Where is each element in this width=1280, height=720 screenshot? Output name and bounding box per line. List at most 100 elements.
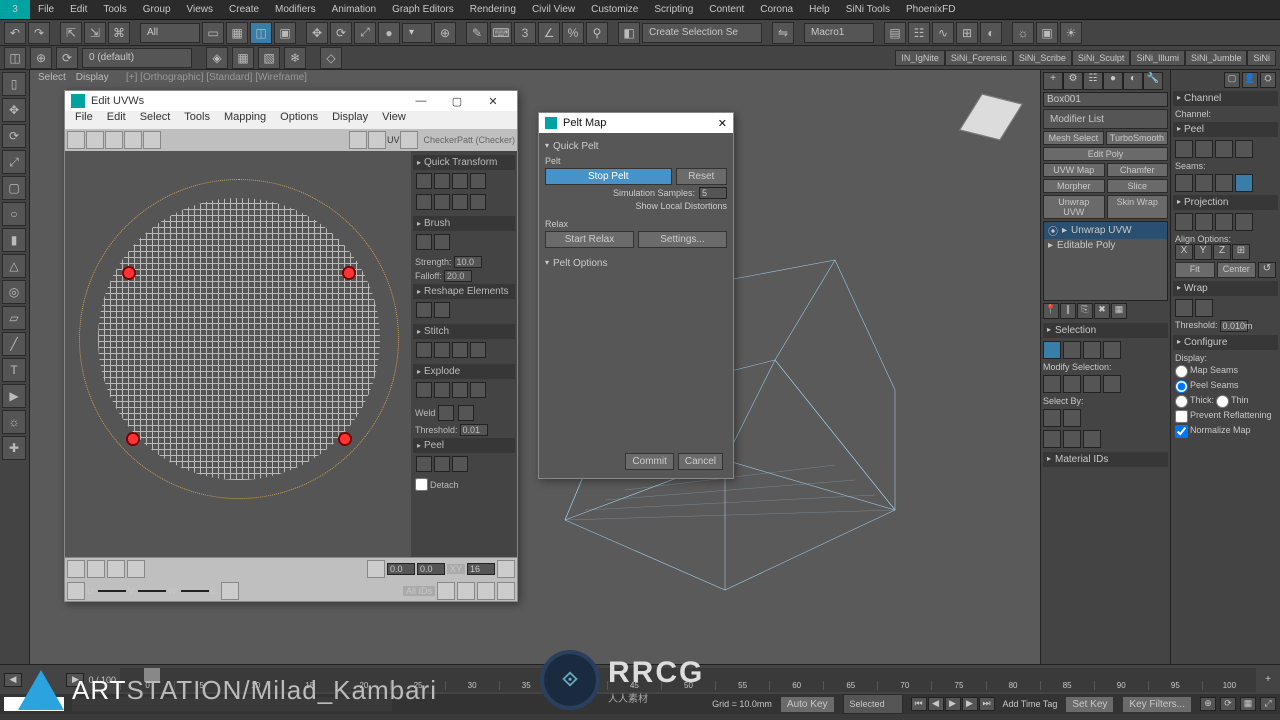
show-end-icon[interactable]: ∥	[1060, 303, 1076, 319]
explode-icon[interactable]	[434, 382, 450, 398]
uvw-checker-icon[interactable]	[368, 131, 386, 149]
axis-x-button[interactable]: X	[1175, 244, 1193, 260]
freeze-button[interactable]: ❄	[284, 47, 306, 69]
explode-icon[interactable]	[416, 382, 432, 398]
mirror-button[interactable]: ⇋	[772, 22, 794, 44]
qt-icon[interactable]	[416, 194, 432, 210]
menu-help[interactable]: Help	[801, 0, 838, 19]
scale-button[interactable]: ⤢	[354, 22, 376, 44]
start-relax-button[interactable]: Start Relax	[545, 231, 634, 248]
menu-content[interactable]: Content	[701, 0, 752, 19]
map-seams-radio[interactable]	[1175, 365, 1188, 378]
select-label[interactable]: Select	[38, 72, 66, 83]
turbosmooth-button[interactable]: TurboSmooth	[1106, 131, 1168, 145]
percent-snap-button[interactable]: %	[562, 22, 584, 44]
uvw-menu-view[interactable]: View	[376, 111, 412, 129]
menu-views[interactable]: Views	[179, 0, 222, 19]
menu-civil-view[interactable]: Civil View	[524, 0, 583, 19]
pelt-map-dialog[interactable]: Pelt Map ✕ Quick Pelt Pelt Stop Pelt Res…	[538, 112, 734, 479]
material-editor-button[interactable]: ◐	[980, 22, 1002, 44]
uvw-angle1[interactable]: 0.0	[387, 563, 415, 575]
schematic-view-button[interactable]: ⊞	[956, 22, 978, 44]
menu-create[interactable]: Create	[221, 0, 267, 19]
menu-edit[interactable]: Edit	[62, 0, 95, 19]
menu-graph-editors[interactable]: Graph Editors	[384, 0, 462, 19]
minimize-button[interactable]: —	[403, 95, 439, 107]
prev-frame-icon[interactable]: ◀	[928, 697, 944, 711]
rotate-tool-icon[interactable]: ⟳	[2, 124, 26, 148]
quick-pelt-header[interactable]: Quick Pelt	[545, 141, 727, 152]
seam-icon[interactable]	[1195, 174, 1213, 192]
settings-button[interactable]: Settings...	[638, 231, 727, 248]
menu-scripting[interactable]: Scripting	[646, 0, 701, 19]
camera-tool-icon[interactable]: ▶	[2, 384, 26, 408]
explode-header[interactable]: Explode	[413, 364, 515, 379]
create-tab-icon[interactable]: +	[1043, 72, 1063, 90]
normalize-checkbox[interactable]	[1175, 425, 1188, 438]
uvw-scale-icon[interactable]	[105, 131, 123, 149]
maximize-button[interactable]: ▢	[439, 95, 475, 108]
selected-dropdown[interactable]: Selected	[843, 694, 903, 714]
bind-button[interactable]: ⌘	[108, 22, 130, 44]
display-label[interactable]: Display	[76, 72, 109, 83]
shrink-icon[interactable]	[1063, 375, 1081, 393]
reset-button[interactable]: Reset	[676, 168, 728, 185]
uvw-vert-icon[interactable]	[67, 560, 85, 578]
stitch-icon[interactable]	[452, 342, 468, 358]
channel-rollout[interactable]: Channel	[1173, 91, 1278, 106]
panel-icon[interactable]: ▢	[1224, 72, 1240, 88]
menu-rendering[interactable]: Rendering	[462, 0, 524, 19]
next-frame-icon[interactable]: ▶	[962, 697, 978, 711]
wrap-rollout[interactable]: Wrap	[1173, 281, 1278, 296]
detach-checkbox[interactable]	[415, 478, 428, 491]
projection-rollout[interactable]: Projection	[1173, 195, 1278, 210]
reshape-icon[interactable]	[434, 302, 450, 318]
uvw-pan-icon[interactable]	[457, 582, 475, 600]
mesh-select-button[interactable]: Mesh Select	[1043, 131, 1104, 145]
move-button[interactable]: ✥	[306, 22, 328, 44]
menu-corona[interactable]: Corona	[752, 0, 801, 19]
named-selection-button[interactable]: ◧	[618, 22, 640, 44]
box-tool-icon[interactable]: ▢	[2, 176, 26, 200]
uvw-elem-icon[interactable]	[127, 560, 145, 578]
proj-icon[interactable]	[1215, 213, 1233, 231]
peel-seams-radio[interactable]	[1175, 380, 1188, 393]
uvw-grid-icon[interactable]	[349, 131, 367, 149]
placement-button[interactable]: ●	[378, 22, 400, 44]
text-tool-icon[interactable]: T	[2, 358, 26, 382]
panel-icon[interactable]: 👤	[1242, 72, 1258, 88]
axis-z-button[interactable]: Z	[1213, 244, 1231, 260]
script-tab[interactable]: SiNi_Illumi	[1130, 50, 1185, 66]
peel-icon[interactable]	[434, 456, 450, 472]
vertex-subobj-icon[interactable]	[1043, 341, 1061, 359]
set-key-button[interactable]: Set Key	[1065, 696, 1114, 713]
show-local-checkbox[interactable]: Show Local Distortions	[635, 201, 727, 211]
peel-rollout[interactable]: Peel	[1173, 122, 1278, 137]
qt-icon[interactable]	[434, 173, 450, 189]
main-menu[interactable]: File Edit Tools Group Views Create Modif…	[30, 0, 963, 19]
layer-refresh-button[interactable]: ⟳	[56, 47, 78, 69]
edit-uvw-menu[interactable]: File Edit Select Tools Mapping Options D…	[65, 111, 517, 129]
selby-icon[interactable]	[1043, 430, 1061, 448]
modifier-list-dropdown[interactable]: Modifier List	[1043, 109, 1168, 129]
script-tab[interactable]: SiNi_Forensic	[945, 50, 1013, 66]
render-frame-button[interactable]: ▣	[1036, 22, 1058, 44]
uvw-angle2[interactable]: 0.0	[417, 563, 445, 575]
uvw-opt-icon[interactable]	[497, 560, 515, 578]
redo-button[interactable]: ↷	[28, 22, 50, 44]
explode-icon[interactable]	[452, 382, 468, 398]
uvw-allids[interactable]: All IDs	[403, 586, 435, 596]
menu-phoenix[interactable]: PhoenixFD	[898, 0, 963, 19]
edit-uvw-titlebar[interactable]: Edit UVWs — ▢ ✕	[65, 91, 517, 111]
stitch-icon[interactable]	[470, 342, 486, 358]
snap-button[interactable]: 3	[514, 22, 536, 44]
brush-icon[interactable]	[434, 234, 450, 250]
axis-y-button[interactable]: Y	[1194, 244, 1212, 260]
peel-icon[interactable]	[1235, 140, 1253, 158]
curve-editor-button[interactable]: ∿	[932, 22, 954, 44]
loop-icon[interactable]	[1103, 375, 1121, 393]
falloff-spinner[interactable]: 20.0	[444, 270, 472, 282]
modify-tab-icon[interactable]: ⚙	[1063, 72, 1083, 90]
brush-icon[interactable]	[416, 234, 432, 250]
stop-pelt-button[interactable]: Stop Pelt	[545, 168, 672, 185]
